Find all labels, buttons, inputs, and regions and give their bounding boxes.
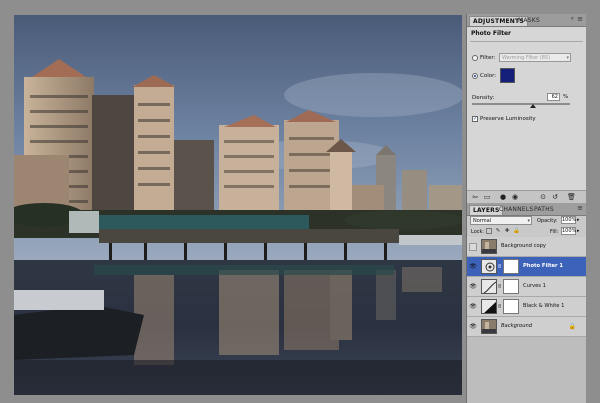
density-unit: % bbox=[563, 94, 569, 100]
density-label: Density: bbox=[472, 95, 495, 101]
lock-transparent-icon[interactable] bbox=[486, 228, 492, 234]
photoshop-window: ADJUSTMENTS MASKS » ≡ Photo Filter Filte… bbox=[0, 0, 600, 403]
lock-all-icon[interactable]: 🔒 bbox=[513, 228, 520, 234]
right-panel-dock: ADJUSTMENTS MASKS » ≡ Photo Filter Filte… bbox=[466, 14, 586, 403]
tab-masks[interactable]: MASKS bbox=[515, 16, 543, 26]
fill-input[interactable]: 100% bbox=[561, 227, 576, 235]
layer-name: Background copy bbox=[501, 243, 546, 249]
visibility-toggle-icon[interactable]: ◉ bbox=[511, 193, 519, 201]
photo-image bbox=[14, 15, 462, 395]
lock-icon: 🔒 bbox=[568, 323, 576, 330]
trash-icon[interactable]: 🗑 bbox=[567, 193, 576, 201]
view-previous-icon[interactable]: ⊙ bbox=[539, 193, 547, 201]
eye-icon[interactable]: 👁 bbox=[469, 263, 477, 271]
chevron-down-icon: ▾ bbox=[566, 55, 569, 61]
density-input[interactable]: 62 bbox=[547, 93, 560, 101]
layer-name: Background bbox=[501, 323, 533, 329]
adjustment-thumbnail bbox=[481, 259, 497, 274]
eye-icon[interactable]: 👁 bbox=[469, 283, 477, 291]
eye-icon[interactable]: 👁 bbox=[469, 323, 477, 331]
layer-list: Background copy 👁 8 Photo Filter 1 👁 8 C… bbox=[467, 237, 586, 403]
adjustments-panel: ADJUSTMENTS MASKS » ≡ Photo Filter Filte… bbox=[467, 14, 586, 203]
layer-name: Curves 1 bbox=[523, 283, 546, 289]
lock-label: Lock: bbox=[471, 229, 485, 235]
color-radio[interactable] bbox=[472, 73, 478, 79]
color-swatch[interactable] bbox=[500, 68, 515, 83]
opacity-label: Opacity: bbox=[537, 218, 558, 224]
layer-name: Photo Filter 1 bbox=[523, 263, 563, 269]
layer-thumbnail bbox=[481, 239, 497, 254]
chain-icon[interactable]: 8 bbox=[498, 284, 501, 290]
panel-menu-icon[interactable]: ≡ bbox=[577, 204, 583, 212]
layer-name: Black & White 1 bbox=[523, 303, 565, 309]
layer-row[interactable]: 👁 Background 🔒 bbox=[467, 317, 586, 337]
preserve-luminosity-checkbox[interactable]: ✓ bbox=[472, 116, 478, 122]
filter-select-value: Warming Filter (85) bbox=[502, 55, 551, 61]
filter-radio[interactable] bbox=[472, 55, 478, 61]
filter-label: Filter: bbox=[480, 55, 496, 61]
eye-icon[interactable]: 👁 bbox=[469, 303, 477, 311]
density-slider-track[interactable] bbox=[472, 103, 570, 105]
lock-position-icon[interactable]: ✚ bbox=[504, 228, 510, 234]
visibility-toggle[interactable] bbox=[469, 243, 477, 251]
blend-row: Normal ▾ Opacity: 100% ▸ bbox=[467, 215, 586, 226]
filter-select[interactable]: Warming Filter (85) ▾ bbox=[499, 53, 571, 62]
adjustment-title: Photo Filter bbox=[471, 30, 511, 37]
adjustments-footer: ⇦ ▭ ● ◉ ⊙ ↺ 🗑 bbox=[467, 190, 586, 203]
document-canvas[interactable] bbox=[14, 15, 462, 395]
color-label: Color: bbox=[480, 73, 497, 79]
blend-mode-select[interactable]: Normal ▾ bbox=[470, 216, 532, 225]
expand-view-icon[interactable]: ▭ bbox=[483, 193, 491, 201]
chevron-down-icon: ▾ bbox=[527, 218, 530, 224]
panel-menu-icon[interactable]: ≡ bbox=[577, 15, 583, 23]
layer-mask-thumbnail[interactable] bbox=[503, 279, 519, 294]
density-slider-thumb[interactable] bbox=[529, 104, 536, 108]
preserve-luminosity-label: Preserve Luminosity bbox=[480, 116, 536, 122]
layer-mask-thumbnail[interactable] bbox=[503, 299, 519, 314]
adjustments-body: Photo Filter Filter: Warming Filter (85)… bbox=[467, 26, 586, 190]
layer-thumbnail bbox=[481, 319, 497, 334]
layer-row[interactable]: 👁 8 Black & White 1 bbox=[467, 297, 586, 317]
tab-paths[interactable]: PATHS bbox=[531, 205, 557, 215]
chain-icon[interactable]: 8 bbox=[498, 264, 501, 270]
divider bbox=[470, 41, 583, 42]
collapse-icon[interactable]: » bbox=[570, 15, 574, 22]
opacity-input[interactable]: 100% bbox=[561, 216, 576, 224]
clip-to-layer-icon[interactable]: ● bbox=[499, 193, 507, 201]
layer-row[interactable]: 👁 8 Curves 1 bbox=[467, 277, 586, 297]
reset-icon[interactable]: ↺ bbox=[551, 193, 559, 201]
layer-row[interactable]: Background copy bbox=[467, 237, 586, 257]
fill-label: Fill: bbox=[550, 229, 559, 235]
chevron-right-icon[interactable]: ▸ bbox=[577, 217, 580, 223]
adjustment-thumbnail bbox=[481, 299, 497, 314]
lock-image-icon[interactable]: ✎ bbox=[495, 228, 501, 234]
layer-mask-thumbnail[interactable] bbox=[503, 259, 519, 274]
chevron-right-icon[interactable]: ▸ bbox=[577, 228, 580, 234]
layer-row-selected[interactable]: 👁 8 Photo Filter 1 bbox=[467, 257, 586, 277]
adjustment-thumbnail bbox=[481, 279, 497, 294]
chain-icon[interactable]: 8 bbox=[498, 304, 501, 310]
blend-mode-value: Normal bbox=[473, 218, 492, 224]
lock-row: Lock: ✎ ✚ 🔒 Fill: 100% ▸ bbox=[467, 226, 586, 237]
layers-panel: LAYERS CHANNELS PATHS ≡ Normal ▾ Opacity… bbox=[467, 203, 586, 403]
return-to-list-icon[interactable]: ⇦ bbox=[471, 193, 479, 201]
